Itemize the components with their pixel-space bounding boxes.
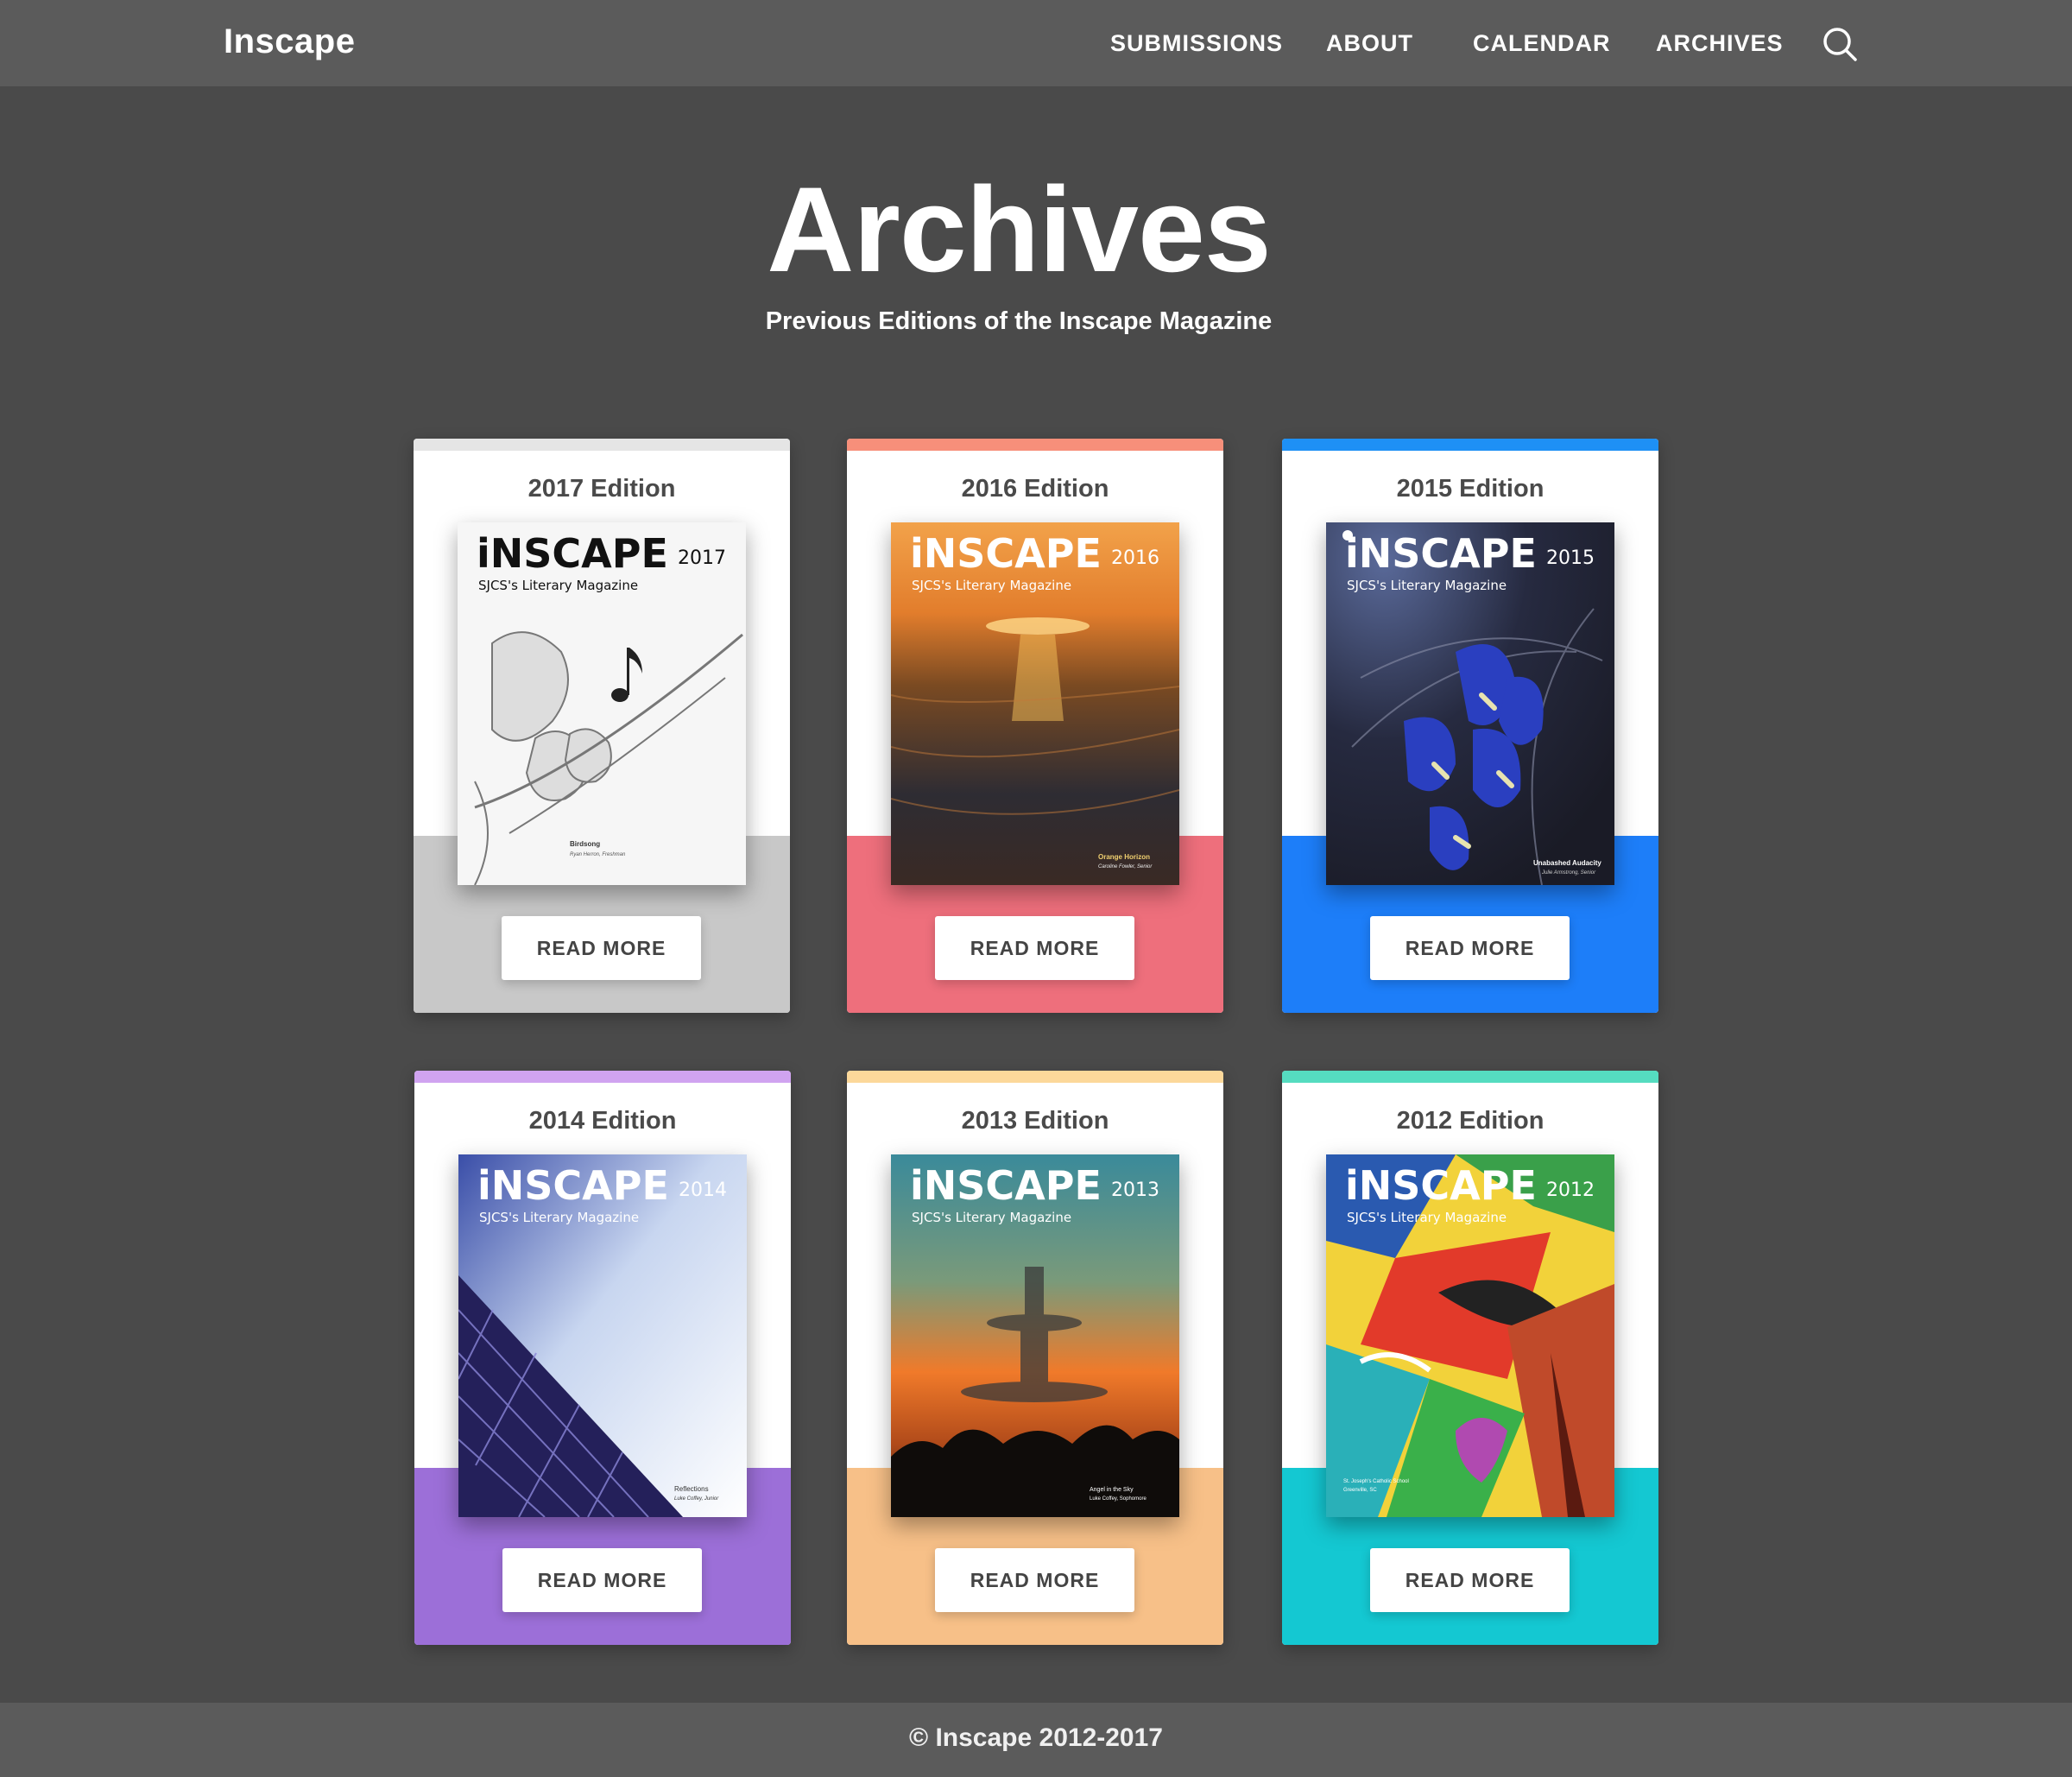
cover-subtitle: SJCS's Literary Magazine [479, 1210, 639, 1225]
edition-card: 2015 Edition Unabashed Audacity Julie Ar… [1282, 439, 1658, 1013]
cover-caption: Reflections [674, 1485, 709, 1493]
cover-year: 2014 [679, 1179, 727, 1201]
card-accent-bar [847, 439, 1223, 451]
card-accent-bar [847, 1071, 1223, 1083]
cover-year: 2016 [1111, 547, 1159, 569]
cover-subtitle: SJCS's Literary Magazine [912, 1210, 1071, 1225]
nav-link-submissions[interactable]: SUBMISSIONS [1110, 30, 1283, 57]
read-more-button[interactable]: READ MORE [1370, 1548, 1570, 1612]
cover-credit: Luke Coffey, Sophomore [1090, 1496, 1147, 1502]
cover-title: iNSCAPE [477, 1162, 669, 1209]
card-accent-bar [1282, 439, 1658, 451]
card-accent-bar [414, 1071, 791, 1083]
read-more-button[interactable]: READ MORE [935, 1548, 1134, 1612]
edition-cover-image[interactable]: Unabashed Audacity Julie Armstrong, Seni… [1326, 522, 1614, 885]
edition-title: 2015 Edition [1396, 475, 1545, 503]
cover-credit: Luke Coffey, Junior [674, 1496, 719, 1502]
read-more-button[interactable]: READ MORE [935, 916, 1134, 980]
cover-caption: Birdsong [570, 840, 600, 848]
edition-cover-image[interactable]: Angel in the Sky Luke Coffey, Sophomore … [891, 1154, 1179, 1517]
edition-card: 2017 Edition Birdsong Ryan Herron, Fresh… [414, 439, 790, 1013]
edition-card: 2013 Edition Angel in the Sky Luke Coffe… [847, 1071, 1223, 1645]
cover-credit: Caroline Fowler, Senior [1098, 864, 1153, 870]
cover-artwork: Unabashed Audacity Julie Armstrong, Seni… [1326, 522, 1614, 885]
cover-title: iNSCAPE [477, 530, 668, 577]
read-more-button[interactable]: READ MORE [502, 916, 701, 980]
cover-credit: Greenville, SC [1343, 1488, 1377, 1493]
cover-year: 2012 [1546, 1179, 1595, 1201]
edition-title: 2014 Edition [528, 1107, 677, 1135]
cover-credit: Julie Armstrong, Senior [1541, 870, 1596, 876]
cover-subtitle: SJCS's Literary Magazine [1347, 578, 1507, 593]
edition-cover-image[interactable]: Orange Horizon Caroline Fowler, Senior i… [891, 522, 1179, 885]
card-accent-bar [414, 439, 790, 451]
edition-cover-image[interactable]: Reflections Luke Coffey, Junior iNSCAPE … [458, 1154, 747, 1517]
cover-artwork: Orange Horizon Caroline Fowler, Senior i… [891, 522, 1179, 885]
edition-title: 2012 Edition [1396, 1107, 1545, 1135]
read-more-button[interactable]: READ MORE [502, 1548, 702, 1612]
edition-title: 2013 Edition [961, 1107, 1109, 1135]
cover-artwork: Birdsong Ryan Herron, Freshman iNSCAPE 2… [458, 522, 746, 885]
nav-link-archives[interactable]: ARCHIVES [1656, 30, 1784, 57]
cover-caption: Angel in the Sky [1090, 1487, 1134, 1493]
cover-caption: Orange Horizon [1098, 853, 1150, 861]
read-more-button[interactable]: READ MORE [1370, 916, 1570, 980]
site-brand[interactable]: Inscape [224, 22, 355, 61]
edition-title: 2016 Edition [961, 475, 1109, 503]
cover-year: 2015 [1546, 547, 1595, 569]
cover-artwork: Angel in the Sky Luke Coffey, Sophomore … [891, 1154, 1179, 1517]
cover-caption: Unabashed Audacity [1533, 859, 1601, 867]
top-navbar: Inscape SUBMISSIONS ABOUT CALENDAR ARCHI… [0, 0, 2072, 86]
footer: © Inscape 2012-2017 [0, 1703, 2072, 1777]
cover-subtitle: SJCS's Literary Magazine [1347, 1210, 1507, 1225]
cover-artwork: Reflections Luke Coffey, Junior iNSCAPE … [458, 1154, 747, 1517]
edition-card: 2016 Edition Orange Horizon Caroline Fow… [847, 439, 1223, 1013]
footer-copyright: © Inscape 2012-2017 [909, 1723, 1163, 1752]
cover-credit: Ryan Herron, Freshman [570, 852, 626, 857]
cover-caption: St. Joseph's Catholic School [1343, 1479, 1409, 1484]
cover-title: iNSCAPE [1345, 1162, 1537, 1209]
card-accent-bar [1282, 1071, 1658, 1083]
cover-year: 2013 [1111, 1179, 1159, 1201]
edition-cover-image[interactable]: Birdsong Ryan Herron, Freshman iNSCAPE 2… [458, 522, 746, 885]
search-icon[interactable] [1822, 26, 1858, 62]
cover-title: iNSCAPE [910, 1162, 1102, 1209]
cover-title: iNSCAPE [910, 530, 1102, 577]
page-subtitle: Previous Editions of the Inscape Magazin… [765, 307, 1273, 335]
cover-artwork: St. Joseph's Catholic School Greenville,… [1326, 1154, 1614, 1517]
edition-cover-image[interactable]: St. Joseph's Catholic School Greenville,… [1326, 1154, 1614, 1517]
cover-subtitle: SJCS's Literary Magazine [912, 578, 1071, 593]
nav-link-calendar[interactable]: CALENDAR [1473, 30, 1611, 57]
page-title: Archives [767, 161, 1271, 297]
edition-title: 2017 Edition [527, 475, 676, 503]
cover-subtitle: SJCS's Literary Magazine [478, 578, 638, 593]
cover-year: 2017 [678, 547, 726, 569]
edition-card: 2012 Edition St. Joseph's Catholic Schoo… [1282, 1071, 1658, 1645]
edition-card: 2014 Edition Reflections Luke Coffey, Ju… [414, 1071, 791, 1645]
cover-title: iNSCAPE [1345, 530, 1537, 577]
nav-link-about[interactable]: ABOUT [1326, 30, 1413, 57]
